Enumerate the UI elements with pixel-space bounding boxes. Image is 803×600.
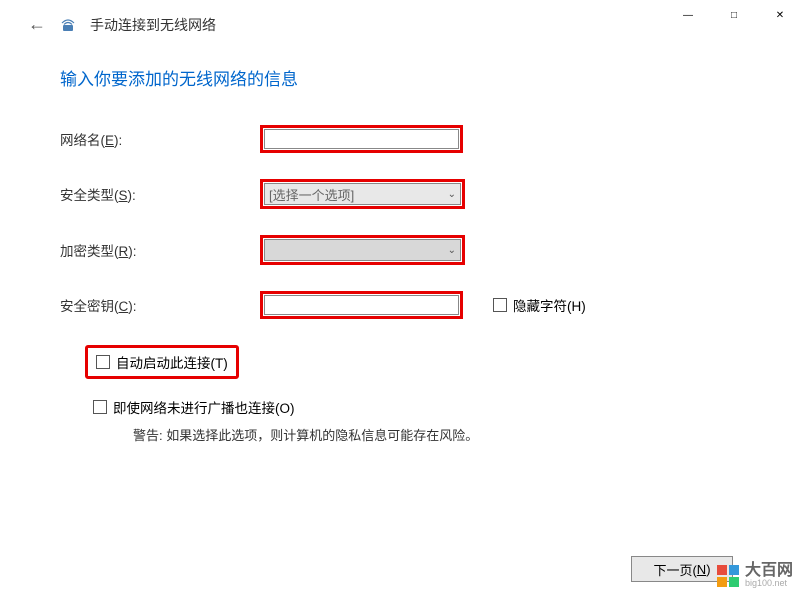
back-arrow-icon[interactable]: ←: [28, 14, 46, 35]
network-name-row: 网络名(E):: [60, 125, 743, 153]
main-heading: 输入你要添加的无线网络的信息: [60, 65, 743, 90]
security-key-row: 安全密钥(C): 隐藏字符(H): [60, 291, 743, 319]
hide-chars-wrap[interactable]: 隐藏字符(H): [493, 295, 586, 315]
wifi-icon: [58, 17, 78, 33]
security-type-label: 安全类型(S):: [60, 184, 260, 204]
connect-hidden-row: 即使网络未进行广播也连接(O) 警告: 如果选择此选项，则计算机的隐私信息可能存…: [85, 393, 743, 444]
security-key-highlight: [260, 291, 463, 319]
security-key-input[interactable]: [264, 295, 459, 315]
network-name-label: 网络名(E):: [60, 129, 260, 149]
content-area: 输入你要添加的无线网络的信息 网络名(E): 安全类型(S): [选择一个选项]…: [0, 35, 803, 444]
security-type-highlight: [选择一个选项] ⌄: [260, 179, 465, 209]
minimize-button[interactable]: —: [665, 0, 711, 30]
encryption-type-row: 加密类型(R): ⌄: [60, 235, 743, 265]
network-name-input[interactable]: [264, 129, 459, 149]
watermark: 大百网 big100.net: [717, 563, 793, 588]
encryption-type-select: ⌄: [264, 239, 461, 261]
connect-hidden-checkbox[interactable]: [93, 400, 107, 414]
encryption-type-highlight: ⌄: [260, 235, 465, 265]
watermark-logo-icon: [717, 565, 739, 587]
network-name-highlight: [260, 125, 463, 153]
security-type-select[interactable]: [选择一个选项] ⌄: [264, 183, 461, 205]
connect-hidden-wrap: 即使网络未进行广播也连接(O): [85, 393, 303, 421]
connect-hidden-label: 即使网络未进行广播也连接(O): [113, 397, 295, 417]
window-title: 手动连接到无线网络: [90, 15, 216, 35]
hide-chars-checkbox[interactable]: [493, 298, 507, 312]
titlebar: — □ ✕: [665, 0, 803, 30]
security-type-row: 安全类型(S): [选择一个选项] ⌄: [60, 179, 743, 209]
hide-chars-label: 隐藏字符(H): [513, 295, 586, 315]
auto-start-row: 自动启动此连接(T): [85, 345, 743, 379]
warning-text: 警告: 如果选择此选项，则计算机的隐私信息可能存在风险。: [133, 425, 743, 444]
auto-start-highlight: 自动启动此连接(T): [85, 345, 239, 379]
auto-start-checkbox[interactable]: [96, 355, 110, 369]
encryption-type-label: 加密类型(R):: [60, 240, 260, 260]
watermark-text: 大百网 big100.net: [745, 563, 793, 588]
chevron-down-icon: ⌄: [448, 245, 456, 256]
security-key-label: 安全密钥(C):: [60, 295, 260, 315]
chevron-down-icon: ⌄: [448, 189, 456, 200]
close-button[interactable]: ✕: [757, 0, 803, 30]
auto-start-label: 自动启动此连接(T): [116, 352, 228, 372]
maximize-button[interactable]: □: [711, 0, 757, 30]
